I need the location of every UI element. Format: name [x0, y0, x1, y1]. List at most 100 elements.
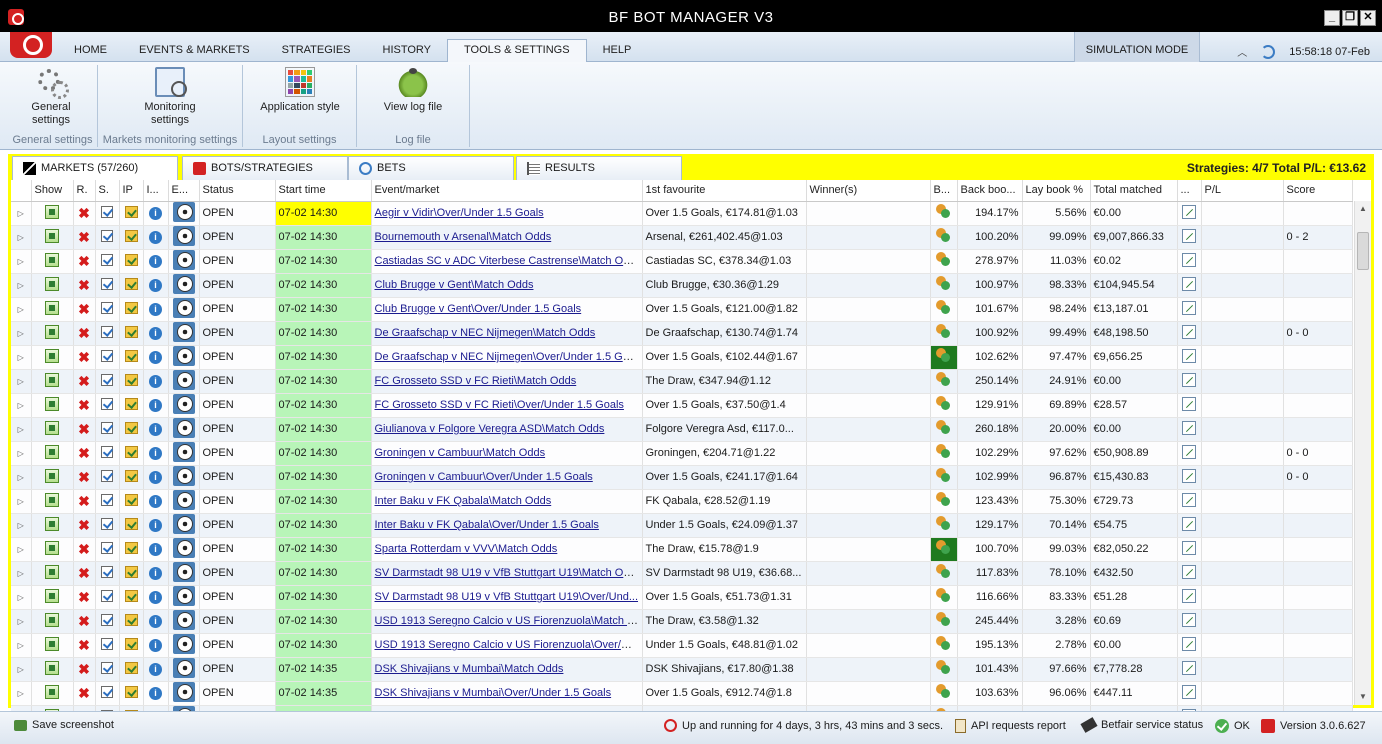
select-checkbox[interactable]	[101, 349, 113, 362]
app-menu-logo-icon[interactable]	[10, 32, 52, 58]
market-row[interactable]: ▷ ✖ i OPEN 07-02 14:30 Groningen v Cambuur\Ma…	[11, 441, 1353, 466]
market-row[interactable]: ▷ ✖ i OPEN 07-02 14:30 FC Grosseto SSD v FC R…	[11, 393, 1353, 418]
show-market-icon[interactable]	[45, 564, 59, 579]
select-checkbox[interactable]	[101, 637, 113, 650]
price-chart-icon[interactable]	[1182, 204, 1196, 219]
market-row[interactable]: ▷ ✖ i OPEN 07-02 14:35 DSK Shivajians v Mumba…	[11, 681, 1353, 706]
event-market-link[interactable]: Giulianova v Folgore Veregra ASD\Match O…	[375, 423, 605, 435]
expand-row-icon[interactable]: ▷	[18, 497, 24, 506]
select-checkbox[interactable]	[101, 397, 113, 410]
market-row[interactable]: ▷ ✖ i OPEN 07-02 14:30 Inter Baku v FK Qabala…	[11, 513, 1353, 538]
price-chart-icon[interactable]	[1182, 444, 1196, 459]
expand-row-icon[interactable]: ▷	[18, 209, 24, 218]
bets-coins-icon[interactable]	[936, 348, 951, 363]
price-chart-icon[interactable]	[1182, 612, 1196, 627]
inplay-check-icon[interactable]	[124, 493, 138, 506]
bets-coins-icon[interactable]	[936, 540, 951, 555]
select-checkbox[interactable]	[101, 301, 113, 314]
scroll-thumb[interactable]	[1357, 232, 1369, 270]
event-market-link[interactable]: USD 1913 Seregno Calcio v US Fiorenzuola…	[375, 639, 642, 651]
remove-market-icon[interactable]: ✖	[78, 421, 90, 437]
price-chart-icon[interactable]	[1182, 492, 1196, 507]
inplay-check-icon[interactable]	[124, 565, 138, 578]
market-row[interactable]: ▷ ✖ i OPEN 07-02 14:30 FC Grosseto SSD v FC R…	[11, 369, 1353, 394]
select-checkbox[interactable]	[101, 517, 113, 530]
bets-coins-icon[interactable]	[936, 684, 951, 699]
price-chart-icon[interactable]	[1182, 300, 1196, 315]
col-header-total-matched[interactable]: Total matched	[1090, 180, 1178, 202]
market-row[interactable]: ▷ ✖ i OPEN 07-02 14:30 Sparta Rotterdam v VVV…	[11, 537, 1353, 562]
show-market-icon[interactable]	[45, 660, 59, 675]
event-market-link[interactable]: Inter Baku v FK Qabala\Over/Under 1.5 Go…	[375, 519, 599, 531]
remove-market-icon[interactable]: ✖	[78, 397, 90, 413]
event-market-link[interactable]: Bournemouth v Arsenal\Match Odds	[375, 231, 552, 243]
event-market-link[interactable]: Castiadas SC v ADC Viterbese Castrense\M…	[375, 255, 641, 267]
remove-market-icon[interactable]: ✖	[78, 469, 90, 485]
inplay-check-icon[interactable]	[124, 613, 138, 626]
info-icon[interactable]: i	[149, 662, 162, 676]
minimize-button[interactable]: _	[1324, 10, 1340, 26]
bets-coins-icon[interactable]	[936, 324, 951, 339]
market-row[interactable]: ▷ ✖ i OPEN 07-02 14:30 Bournemouth v Arsenal\…	[11, 225, 1353, 250]
inplay-check-icon[interactable]	[124, 517, 138, 530]
remove-market-icon[interactable]: ✖	[78, 613, 90, 629]
inplay-check-icon[interactable]	[124, 277, 138, 290]
show-market-icon[interactable]	[45, 300, 59, 315]
menu-strategies[interactable]: STRATEGIES	[266, 40, 367, 62]
bets-coins-icon[interactable]	[936, 420, 951, 435]
col-header-back-book[interactable]: Back boo...	[957, 180, 1023, 202]
event-market-link[interactable]: DSK Shivajians v Mumbai\Over/Under 1.5 G…	[375, 687, 612, 699]
price-chart-icon[interactable]	[1182, 636, 1196, 651]
show-market-icon[interactable]	[45, 252, 59, 267]
event-market-link[interactable]: Inter Baku v FK Qabala\Match Odds	[375, 495, 552, 507]
select-checkbox[interactable]	[101, 277, 113, 290]
show-market-icon[interactable]	[45, 228, 59, 243]
expand-row-icon[interactable]: ▷	[18, 353, 24, 362]
collapse-ribbon-icon[interactable]: ︿	[1237, 44, 1247, 59]
select-checkbox[interactable]	[101, 373, 113, 386]
expand-row-icon[interactable]: ▷	[18, 473, 24, 482]
bets-coins-icon[interactable]	[936, 396, 951, 411]
remove-market-icon[interactable]: ✖	[78, 589, 90, 605]
remove-market-icon[interactable]: ✖	[78, 637, 90, 653]
info-icon[interactable]: i	[149, 398, 162, 412]
col-header-chart[interactable]: ...	[1177, 180, 1202, 202]
inplay-check-icon[interactable]	[124, 349, 138, 362]
info-icon[interactable]: i	[149, 302, 162, 316]
bets-coins-icon[interactable]	[936, 468, 951, 483]
col-header-pl[interactable]: P/L	[1201, 180, 1284, 202]
info-icon[interactable]: i	[149, 542, 162, 556]
expand-row-icon[interactable]: ▷	[18, 377, 24, 386]
remove-market-icon[interactable]: ✖	[78, 325, 90, 341]
event-market-link[interactable]: SV Darmstadt 98 U19 v VfB Stuttgart U19\…	[375, 567, 642, 579]
expand-row-icon[interactable]: ▷	[18, 665, 24, 674]
price-chart-icon[interactable]	[1182, 684, 1196, 699]
view-log-file-button[interactable]: View log file	[369, 67, 457, 114]
event-market-link[interactable]: De Graafschap v NEC Nijmegen\Match Odds	[375, 327, 596, 339]
col-header-winners[interactable]: Winner(s)	[806, 180, 931, 202]
expand-row-icon[interactable]: ▷	[18, 401, 24, 410]
select-checkbox[interactable]	[101, 541, 113, 554]
remove-market-icon[interactable]: ✖	[78, 517, 90, 533]
col-header-score[interactable]: Score	[1283, 180, 1353, 202]
sync-icon[interactable]	[1261, 44, 1276, 59]
show-market-icon[interactable]	[45, 636, 59, 651]
show-market-icon[interactable]	[45, 612, 59, 627]
inplay-check-icon[interactable]	[124, 637, 138, 650]
inplay-check-icon[interactable]	[124, 253, 138, 266]
general-settings-button[interactable]: General settings	[12, 67, 90, 127]
event-market-link[interactable]: FC Grosseto SSD v FC Rieti\Match Odds	[375, 375, 577, 387]
remove-market-icon[interactable]: ✖	[78, 205, 90, 221]
price-chart-icon[interactable]	[1182, 324, 1196, 339]
remove-market-icon[interactable]: ✖	[78, 301, 90, 317]
price-chart-icon[interactable]	[1182, 564, 1196, 579]
event-market-link[interactable]: Groningen v Cambuur\Match Odds	[375, 447, 546, 459]
bets-coins-icon[interactable]	[936, 516, 951, 531]
tab-bots-strategies[interactable]: BOTS/STRATEGIES	[182, 156, 348, 180]
select-checkbox[interactable]	[101, 469, 113, 482]
bets-coins-icon[interactable]	[936, 588, 951, 603]
event-market-link[interactable]: Aegir v Vidir\Over/Under 1.5 Goals	[375, 207, 544, 219]
col-header-info[interactable]: I...	[143, 180, 169, 202]
bets-coins-icon[interactable]	[936, 660, 951, 675]
remove-market-icon[interactable]: ✖	[78, 229, 90, 245]
